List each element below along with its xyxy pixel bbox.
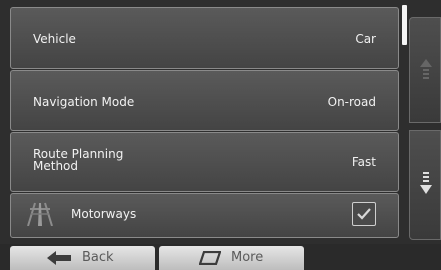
more-button[interactable]: More bbox=[159, 246, 304, 270]
scroll-down-arrow-icon bbox=[420, 172, 432, 194]
motorways-checkbox[interactable] bbox=[352, 202, 376, 226]
back-label: Back bbox=[82, 250, 114, 265]
back-button[interactable]: Back bbox=[10, 246, 155, 270]
route-planning-label-line2: Method bbox=[33, 159, 79, 173]
motorways-row[interactable]: Motorways bbox=[10, 193, 399, 238]
more-label: More bbox=[231, 250, 264, 265]
navigation-mode-value: On-road bbox=[327, 95, 376, 109]
vehicle-label: Vehicle bbox=[33, 32, 76, 46]
scrollbar-thumb[interactable] bbox=[402, 5, 407, 45]
route-planning-method-value: Fast bbox=[351, 155, 376, 169]
bottom-bar: Back More bbox=[0, 244, 441, 270]
route-planning-method-label: Route Planning Method bbox=[33, 148, 153, 172]
navigation-mode-label: Navigation Mode bbox=[33, 95, 135, 109]
route-planning-method-row[interactable]: Route Planning Method Fast bbox=[10, 132, 399, 192]
navigation-mode-row[interactable]: Navigation Mode On-road bbox=[10, 70, 399, 131]
motorway-icon bbox=[27, 202, 53, 226]
scroll-up-button[interactable] bbox=[409, 17, 441, 123]
more-icon bbox=[199, 251, 221, 265]
scroll-down-button[interactable] bbox=[409, 130, 441, 240]
checkmark-icon bbox=[357, 208, 371, 220]
scroll-up-arrow-icon bbox=[420, 59, 432, 79]
vehicle-row[interactable]: Vehicle Car bbox=[10, 7, 399, 69]
vehicle-value: Car bbox=[355, 32, 376, 46]
motorways-label: Motorways bbox=[71, 207, 137, 221]
back-arrow-icon bbox=[47, 251, 71, 265]
